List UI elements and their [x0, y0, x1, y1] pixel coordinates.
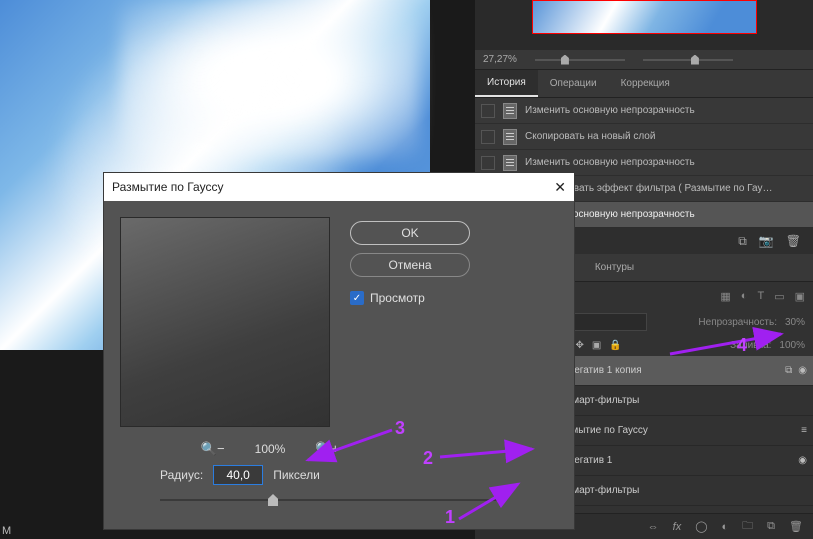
gaussian-blur-dialog: Размытие по Гауссу ✕ OK Отмена ✓ Просмот… — [103, 172, 575, 530]
artboard-icon[interactable]: ▣ — [592, 340, 601, 351]
cancel-button[interactable]: Отмена — [350, 253, 470, 277]
nav-slider-2[interactable] — [643, 59, 733, 61]
camera-icon[interactable]: 📷 — [759, 234, 774, 248]
preview-label: Просмотр — [370, 291, 425, 305]
link-icon[interactable]: ⧉ — [785, 365, 792, 376]
history-item[interactable]: Изменить основную непрозрачность — [475, 98, 813, 124]
zoom-out-icon[interactable]: 🔍− — [201, 441, 225, 457]
dialog-zoom-pct: 100% — [255, 442, 286, 456]
slider-knob[interactable] — [268, 494, 278, 506]
radius-slider[interactable] — [160, 499, 500, 501]
annotation-3: 3 — [395, 418, 405, 439]
trash-icon[interactable]: 🗑 — [789, 520, 803, 533]
dialog-titlebar[interactable]: Размытие по Гауссу ✕ — [104, 173, 574, 201]
fx-icon[interactable]: fx — [673, 521, 682, 533]
history-item[interactable]: Скопировать на новый слой — [475, 124, 813, 150]
group-icon[interactable]: 🗀 — [742, 517, 753, 536]
opacity-value[interactable]: 30% — [785, 317, 805, 328]
filter-adjust-icon[interactable]: ◐ — [741, 290, 748, 303]
preview-checkbox[interactable]: ✓ — [350, 291, 364, 305]
ok-button[interactable]: OK — [350, 221, 470, 245]
trash-icon[interactable]: 🗑 — [786, 234, 801, 248]
document-icon — [503, 129, 517, 145]
filter-type-icon[interactable]: T — [757, 290, 764, 303]
radius-unit: Пиксели — [273, 468, 320, 482]
dialog-title: Размытие по Гауссу — [112, 180, 223, 194]
annotation-1: 1 — [445, 507, 455, 528]
filter-shape-icon[interactable]: ▭ — [774, 290, 784, 303]
tab-history[interactable]: История — [475, 70, 538, 97]
new-layer-icon[interactable]: ⧉ — [767, 520, 775, 533]
filter-smart-icon[interactable]: ▣ — [795, 290, 805, 303]
zoom-in-icon[interactable]: 🔍+ — [315, 441, 339, 457]
link-layers-icon[interactable]: ⇔ — [648, 521, 659, 533]
new-snapshot-icon[interactable]: ⧉ — [738, 234, 747, 249]
dialog-preview[interactable] — [120, 217, 330, 427]
radius-input[interactable] — [213, 465, 263, 485]
tab-paths[interactable]: Контуры — [583, 254, 646, 281]
radius-label: Радиус: — [160, 468, 203, 482]
annotation-4: 4 — [737, 335, 747, 356]
close-icon[interactable]: ✕ — [554, 179, 566, 196]
mask-icon[interactable]: ◯ — [695, 520, 707, 533]
move-icon[interactable]: ✥ — [576, 340, 584, 351]
navigator-thumb[interactable] — [532, 0, 757, 34]
document-zoom: 27,27% — [483, 54, 517, 65]
navigator-thumb-bar — [475, 0, 813, 50]
adjustment-icon[interactable]: ◐ — [722, 521, 729, 533]
document-icon — [503, 103, 517, 119]
annotation-2: 2 — [423, 448, 433, 469]
tab-actions[interactable]: Операции — [538, 70, 609, 97]
status-m: M — [2, 525, 11, 537]
smart-icon[interactable]: ◉ — [798, 455, 807, 466]
filter-settings-icon[interactable]: ≡ — [801, 425, 807, 436]
document-icon — [503, 155, 517, 171]
fill-value[interactable]: 100% — [779, 340, 805, 351]
tab-adjustments[interactable]: Коррекция — [609, 70, 682, 97]
smart-icon[interactable]: ◉ — [798, 365, 807, 376]
history-panel-tabs: История Операции Коррекция — [475, 70, 813, 98]
lock-icon[interactable]: 🔒 — [609, 340, 621, 351]
opacity-label: Непрозрачность: — [698, 317, 777, 328]
nav-slider-1[interactable] — [535, 59, 625, 61]
filter-pixel-icon[interactable]: ▦ — [720, 290, 730, 303]
